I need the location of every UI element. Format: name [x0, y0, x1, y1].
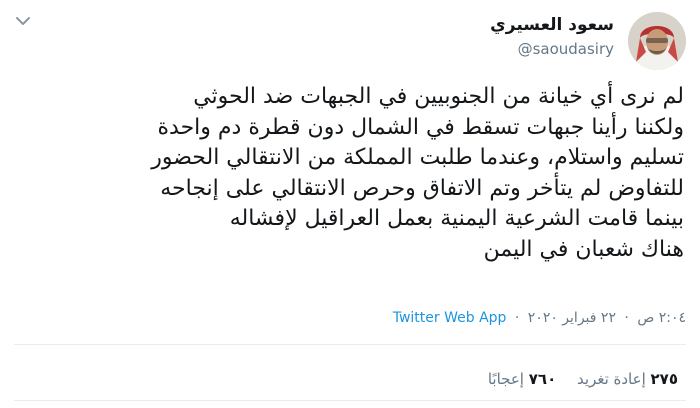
tweet-source-link[interactable]: Twitter Web App [393, 310, 507, 326]
tweet-time[interactable]: ٢:٠٤ ص [637, 310, 686, 326]
avatar[interactable] [628, 12, 686, 70]
likes-count: ٧٦٠ [528, 370, 557, 388]
tweet-text: لم نرى أي خيانة من الجنوبيين في الجبهات … [44, 82, 684, 265]
tweet-line: هناك شعبان في اليمن [483, 236, 684, 262]
tweet-line: للتفاوض لم يتأخر وتم الاتفاق وحرص الانتق… [160, 175, 684, 201]
tweet-meta: ٢:٠٤ ص · ٢٢ فبراير ٢٠٢٠ · Twitter Web Ap… [350, 310, 686, 326]
author-block: سعود العسيري @saoudasiry [490, 14, 614, 60]
tweet-line: تسليم واستلام، وعندما طلبت المملكة من ال… [151, 145, 684, 170]
chevron-down-icon[interactable] [14, 14, 32, 28]
tweet-line: بينما قامت الشرعية اليمنية بعمل العراقيل… [229, 206, 684, 231]
likes-label: إعجابًا [487, 370, 524, 388]
tweet-stats: ٢٧٥ إعادة تغريد ٧٦٠ إعجابًا [472, 370, 678, 388]
divider [14, 400, 686, 401]
tweet-card: سعود العسيري @saoudasiry لم نرى أي خيانة… [0, 0, 700, 408]
retweets-stat[interactable]: ٢٧٥ إعادة تغريد [577, 370, 678, 388]
author-handle[interactable]: @saoudasiry [490, 38, 614, 60]
retweets-label: إعادة تغريد [577, 370, 646, 388]
tweet-line: ولكننا رأينا جبهات تسقط في الشمال دون قط… [157, 114, 685, 140]
likes-stat[interactable]: ٧٦٠ إعجابًا [488, 370, 556, 388]
meta-separator: · [624, 310, 629, 326]
divider [14, 344, 686, 345]
tweet-line: لم نرى أي خيانة من الجنوبيين في الجبهات … [193, 84, 684, 109]
retweets-count: ٢٧٥ [650, 370, 678, 388]
meta-separator: · [514, 310, 520, 326]
avatar-image [628, 12, 686, 70]
tweet-date[interactable]: ٢٢ فبراير ٢٠٢٠ [528, 310, 616, 326]
author-name[interactable]: سعود العسيري [490, 14, 614, 36]
